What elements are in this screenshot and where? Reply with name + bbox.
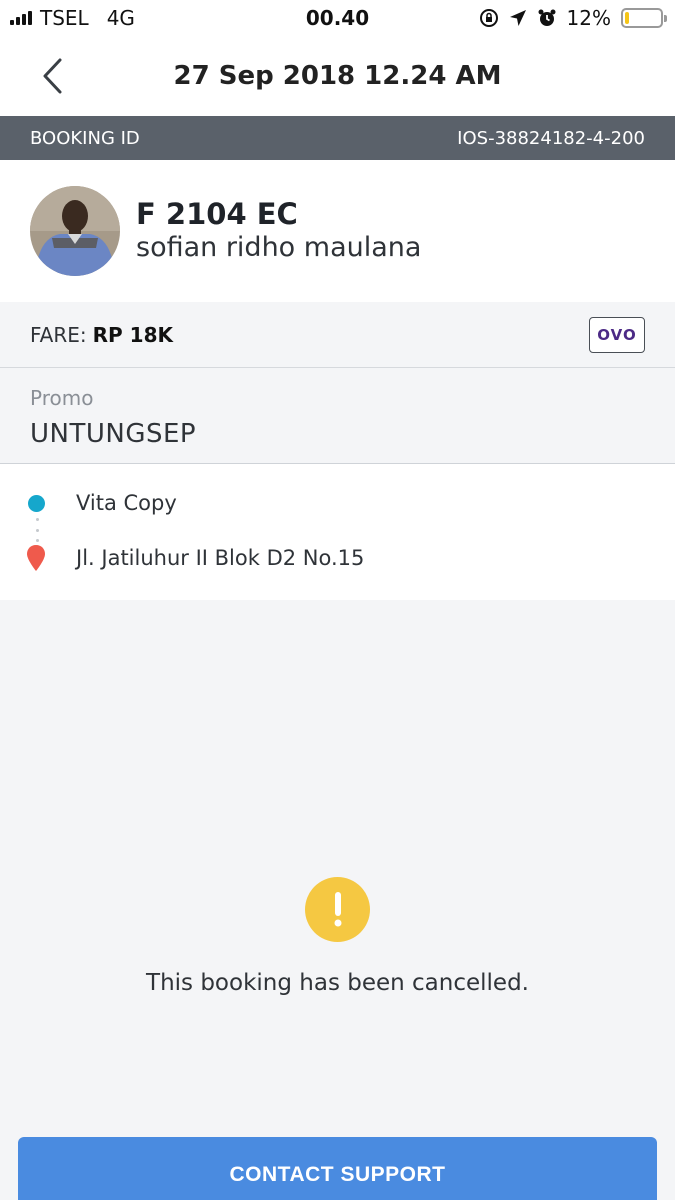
payment-method-badge: OVO (589, 316, 645, 353)
booking-id-value: IOS-38824182-4-200 (457, 127, 645, 149)
pickup-row: Vita Copy (0, 491, 177, 515)
driver-photo (30, 186, 120, 276)
booking-id-bar: BOOKING ID IOS-38824182-4-200 (0, 116, 675, 160)
pickup-location: Vita Copy (76, 491, 177, 515)
pickup-dot-icon (27, 494, 45, 512)
driver-info: F 2104 EC sofian ridho maulana (0, 160, 675, 302)
promo-row: Promo UNTUNGSEP (0, 369, 675, 464)
cancel-status: This booking has been cancelled. (0, 600, 675, 1140)
map-pin-icon (27, 545, 45, 571)
fare-value: RP 18K (92, 322, 173, 347)
battery-icon (621, 8, 667, 28)
fare-label: FARE: (30, 322, 87, 347)
dropoff-marker (0, 544, 76, 572)
fare-row: FARE: RP 18K OVO (0, 302, 675, 368)
contact-support-button[interactable]: CONTACT SUPPORT (18, 1137, 657, 1200)
alarm-icon (538, 9, 556, 26)
cancel-message: This booking has been cancelled. (146, 970, 529, 996)
exclamation-glyph (334, 891, 341, 926)
promo-code: UNTUNGSEP (30, 419, 197, 449)
back-button[interactable] (34, 56, 70, 96)
vehicle-plate: F 2104 EC (136, 197, 298, 231)
network-label: 4G (106, 6, 135, 30)
signal-strength-icon (10, 11, 32, 25)
driver-name: sofian ridho maulana (136, 232, 422, 263)
dropoff-location: Jl. Jatiluhur II Blok D2 No.15 (76, 546, 365, 570)
page-title: 27 Sep 2018 12.24 AM (173, 61, 502, 91)
location-arrow-icon (509, 10, 526, 26)
promo-label: Promo (30, 386, 94, 410)
battery-percent: 12% (566, 6, 611, 30)
rotation-lock-icon (479, 9, 498, 27)
status-right: 12% (479, 6, 667, 30)
pickup-marker (0, 494, 76, 512)
dropoff-row: Jl. Jatiluhur II Blok D2 No.15 (0, 544, 364, 572)
fare-text: FARE: RP 18K (30, 323, 173, 347)
carrier-label: TSEL (40, 6, 89, 30)
driver-avatar (30, 186, 120, 276)
booking-id-label: BOOKING ID (30, 127, 140, 149)
status-bar: TSEL 4G 00.40 12% (0, 0, 675, 36)
battery-fill (625, 12, 630, 24)
route-section: Vita Copy Jl. Jatiluhur II Blok D2 No.15 (0, 464, 675, 600)
nav-bar: 27 Sep 2018 12.24 AM (0, 36, 675, 116)
exclamation-icon (305, 877, 370, 942)
chevron-left-icon (43, 58, 62, 94)
status-left: TSEL 4G (10, 6, 135, 30)
route-connector (36, 518, 39, 542)
driver-text: F 2104 EC sofian ridho maulana (136, 197, 421, 265)
